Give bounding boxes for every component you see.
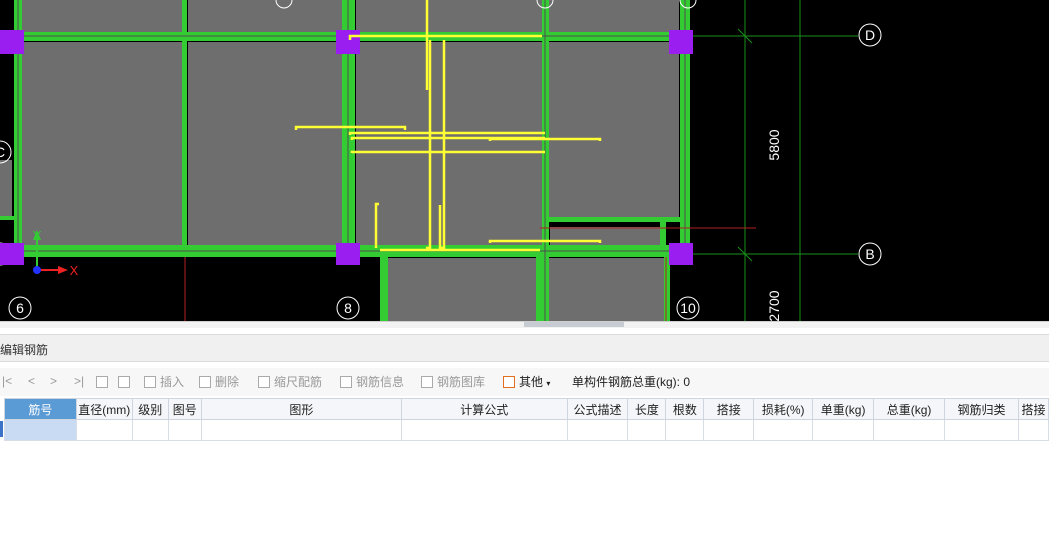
splitter-grip[interactable]: ▼: [524, 322, 624, 327]
col-header-lap-2[interactable]: 搭接: [1017, 398, 1049, 420]
document-gear-icon: [503, 376, 515, 388]
table-cell[interactable]: [873, 419, 945, 441]
rebar-library-button[interactable]: 钢筋图库: [421, 374, 485, 390]
col-header-total-weight[interactable]: 总重(kg): [873, 398, 945, 420]
rebar-toolbar: |< < > >| 插入 删除 缩尺配筋 钢筋信息 钢筋图库 其他 ▾ 单构件钢…: [0, 368, 1049, 396]
col-header-diameter[interactable]: 直径(mm): [75, 398, 133, 420]
table-cell[interactable]: [4, 419, 77, 441]
axis-label-B: B: [865, 246, 874, 262]
prev-record-button[interactable]: <: [28, 374, 35, 388]
table-cell[interactable]: [753, 419, 814, 441]
move-up-button[interactable]: [96, 374, 112, 390]
ucs-y-label: Y: [33, 228, 42, 243]
axis-label-8: 8: [344, 300, 352, 316]
delete-label: 删除: [215, 375, 240, 389]
rebar-edit-panel-header: 编辑钢筋: [0, 334, 1049, 362]
col-header-category[interactable]: 钢筋归类: [944, 398, 1019, 420]
scale-rebar-button[interactable]: 缩尺配筋: [258, 374, 322, 390]
table-row[interactable]: [4, 419, 1049, 441]
col-header-figure-no[interactable]: 图号: [167, 398, 202, 420]
panel-title: 编辑钢筋: [0, 343, 49, 357]
cad-drawing-canvas[interactable]: D B C B 6 8 10 5800 2700: [0, 0, 1049, 322]
scale-label: 缩尺配筋: [274, 375, 323, 389]
col-header-bar-no[interactable]: 筋号: [4, 398, 77, 420]
total-weight-value: 0: [683, 375, 691, 389]
other-label: 其他: [519, 375, 544, 389]
info-label: 钢筋信息: [356, 375, 405, 389]
floor-plan-drawing: D B C B 6 8 10 5800 2700: [0, 0, 882, 322]
arrow-up-icon: [96, 376, 108, 388]
table-cell[interactable]: [665, 419, 705, 441]
table-cell[interactable]: [167, 419, 202, 441]
table-cell[interactable]: [131, 419, 169, 441]
axis-label-10: 10: [680, 300, 696, 316]
library-label: 钢筋图库: [437, 375, 486, 389]
last-record-button[interactable]: >|: [74, 374, 84, 388]
col-header-formula[interactable]: 计算公式: [401, 398, 568, 420]
col-header-shape[interactable]: 图形: [200, 398, 403, 420]
arrow-down-icon: [118, 376, 130, 388]
col-header-length[interactable]: 长度: [627, 398, 667, 420]
insert-button[interactable]: 插入: [144, 374, 184, 390]
table-cell[interactable]: [566, 419, 629, 441]
table-cell[interactable]: [200, 419, 403, 441]
table-header-row: 筋号 直径(mm) 级别 图号 图形 计算公式 公式描述 长度 根数 搭接 损耗…: [4, 398, 1049, 420]
insert-label: 插入: [160, 375, 185, 389]
table-cell[interactable]: [75, 419, 133, 441]
other-dropdown[interactable]: 其他 ▾: [503, 374, 550, 390]
col-header-grade[interactable]: 级别: [131, 398, 169, 420]
axis-label-6: 6: [16, 300, 24, 316]
axis-label-C: C: [0, 144, 5, 160]
rebar-table-area: 筋号 直径(mm) 级别 图号 图形 计算公式 公式描述 长度 根数 搭接 损耗…: [0, 398, 1049, 548]
total-weight: 单构件钢筋总重(kg): 0: [572, 374, 690, 390]
ucs-x-label: X: [70, 263, 79, 278]
col-header-loss[interactable]: 损耗(%): [753, 398, 814, 420]
move-down-button[interactable]: [118, 374, 134, 390]
delete-icon: [199, 376, 211, 388]
table-cell[interactable]: [703, 419, 755, 441]
table-cell[interactable]: [812, 419, 875, 441]
scale-icon: [258, 376, 270, 388]
col-header-lap[interactable]: 搭接: [703, 398, 755, 420]
document-icon: [340, 376, 352, 388]
insert-icon: [144, 376, 156, 388]
library-icon: [421, 376, 433, 388]
table-cell[interactable]: [944, 419, 1019, 441]
dimension-5800: 5800: [766, 129, 782, 160]
dimension-2700: 2700: [766, 290, 782, 321]
panel-splitter[interactable]: ▼: [0, 321, 1049, 328]
next-record-button[interactable]: >: [50, 374, 57, 388]
axis-label-D: D: [865, 27, 875, 43]
first-record-button[interactable]: |<: [2, 374, 12, 388]
delete-button[interactable]: 删除: [199, 374, 239, 390]
col-header-unit-weight[interactable]: 单重(kg): [812, 398, 875, 420]
table-cell[interactable]: [627, 419, 667, 441]
caret-down-icon: ▾: [546, 379, 551, 388]
table-cell[interactable]: [401, 419, 568, 441]
rebar-table: 筋号 直径(mm) 级别 图号 图形 计算公式 公式描述 长度 根数 搭接 损耗…: [4, 398, 1049, 441]
total-weight-label: 单构件钢筋总重(kg):: [572, 375, 681, 389]
current-row-indicator: [0, 421, 3, 437]
rebar-info-button[interactable]: 钢筋信息: [340, 374, 404, 390]
col-header-count[interactable]: 根数: [665, 398, 705, 420]
col-header-formula-desc[interactable]: 公式描述: [566, 398, 629, 420]
table-cell[interactable]: [1017, 419, 1049, 441]
